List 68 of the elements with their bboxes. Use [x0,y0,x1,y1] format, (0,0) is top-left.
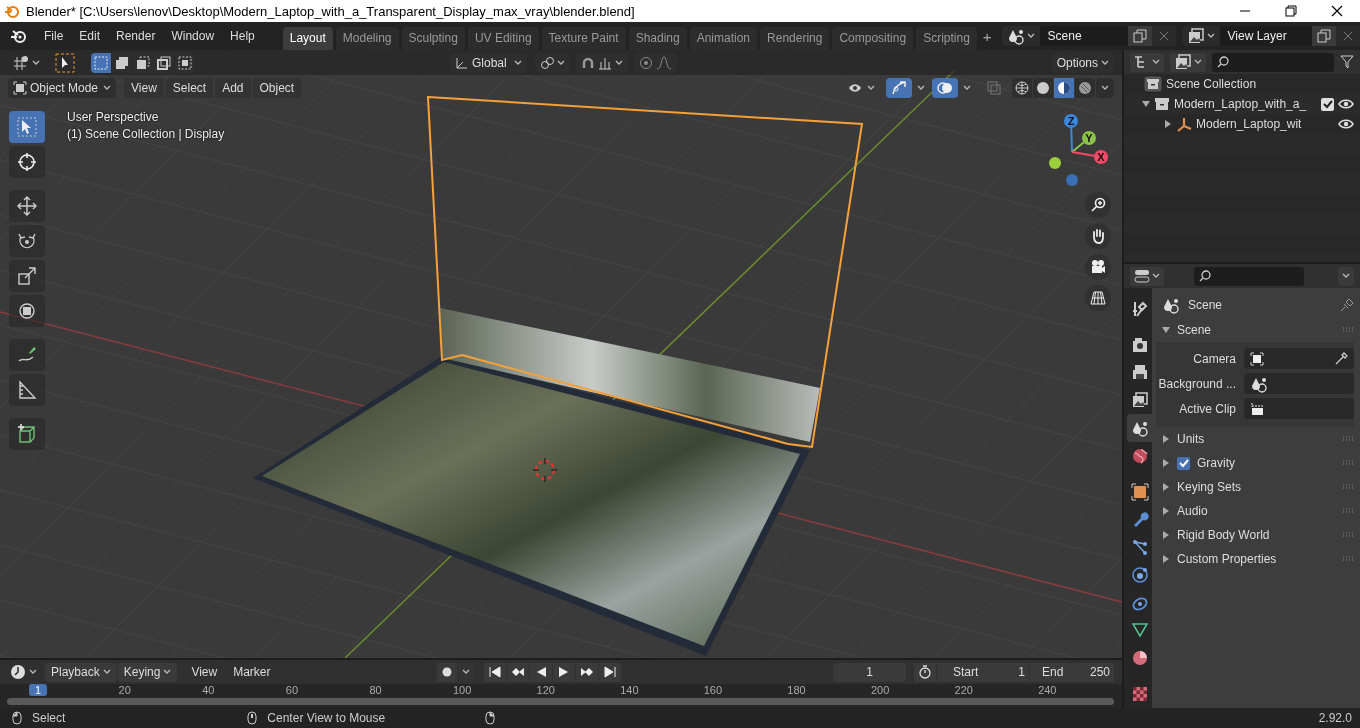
panel-header[interactable]: Scene [1177,323,1335,337]
end-frame-field[interactable]: End 250 [1030,662,1114,682]
panel-header[interactable]: Units [1177,432,1335,446]
start-frame-field[interactable]: Start 1 [937,662,1029,682]
frame-number: 240 [1037,684,1058,696]
menu-item[interactable]: View [183,663,226,681]
panel-header[interactable]: Rigid Body World [1177,528,1335,542]
version-label: 2.92.0 [1318,711,1352,725]
workspace-tab[interactable]: Layout [282,27,333,50]
current-frame-marker[interactable]: 1 [29,684,48,696]
frame-number: 80 [368,684,383,696]
panel-header[interactable]: Audio [1177,504,1335,518]
workspace-tab[interactable]: Sculpting [401,27,465,50]
frame-number: 120 [535,684,556,696]
menu-item[interactable]: View [124,77,164,98]
frame-number: 160 [702,684,724,696]
workspace-tab[interactable]: Texture Paint [541,27,626,50]
context-title: Scene [1188,298,1224,312]
panel-header[interactable]: Gravity [1197,456,1335,470]
current-frame-field[interactable]: 1 [833,662,906,682]
scene-field[interactable]: Scene [1039,26,1128,46]
frame-number: 180 [786,684,807,696]
workspace-tab[interactable]: Animation [689,27,758,50]
field-label: Background ... [1157,376,1236,391]
status-hint: Center View to Mouse [267,711,386,725]
workspace-tab[interactable]: Scripting [916,27,977,50]
menu-item[interactable]: Edit [71,25,109,47]
workspace-tab[interactable]: UV Editing [467,27,539,50]
menu-item[interactable]: Help [222,25,263,47]
frame-number: 200 [869,684,891,696]
mode-dropdown[interactable]: Object Mode [8,77,116,98]
menu-item[interactable]: Window [163,25,223,47]
add-workspace-button[interactable]: + [976,27,998,45]
outliner-item[interactable]: Modern_Laptop_with_a_ [1174,97,1307,111]
frame-number: 20 [117,684,132,696]
axis-handle[interactable]: Y [1071,131,1096,153]
frame-number: 60 [284,684,300,696]
options-dropdown[interactable]: Options [1051,52,1114,73]
menu-item[interactable]: Object [252,77,302,98]
frame-number: 220 [953,684,974,696]
menu-item[interactable]: File [36,25,72,47]
outliner-item[interactable]: Scene Collection [1166,77,1257,91]
workspace-tab[interactable]: Shading [628,27,687,50]
menu-item[interactable]: Select [165,77,214,98]
orientation-dropdown[interactable]: Global [450,52,527,73]
panel-header[interactable]: Keying Sets [1177,480,1335,494]
field-label: Camera [1192,351,1236,366]
menu-item[interactable]: Add [215,77,251,98]
viewport-info-text: User Perspective [67,110,160,124]
axis-handle[interactable]: X [1071,150,1108,164]
frame-number: 100 [451,684,473,696]
frame-number: 140 [619,684,640,696]
window-title: Blender* [C:\Users\lenov\Desktop\Modern_Laptop_with_a_Transparent_Display_max_vray\blender.blend] [26,3,635,19]
menu-dropdown[interactable]: Playback [45,662,117,682]
workspace-tab[interactable]: Compositing [832,27,914,50]
viewport-info-text: (1) Scene Collection | Display [67,127,225,141]
outliner-item[interactable]: Modern_Laptop_wit [1196,117,1302,131]
view-layer-field[interactable]: View Layer [1219,26,1312,46]
workspace-tab[interactable]: Modeling [335,27,399,50]
panel-header[interactable]: Custom Properties [1177,552,1335,566]
status-hint: Select [32,711,66,725]
menu-item[interactable]: Marker [225,663,279,681]
workspace-tab[interactable]: Rendering [760,27,830,50]
frame-number: 40 [201,684,216,696]
menu-dropdown[interactable]: Keying [117,662,178,682]
menu-item[interactable]: Render [108,25,164,47]
axis-handle[interactable]: Z [1064,114,1078,153]
field-label: Active Clip [1178,401,1236,416]
